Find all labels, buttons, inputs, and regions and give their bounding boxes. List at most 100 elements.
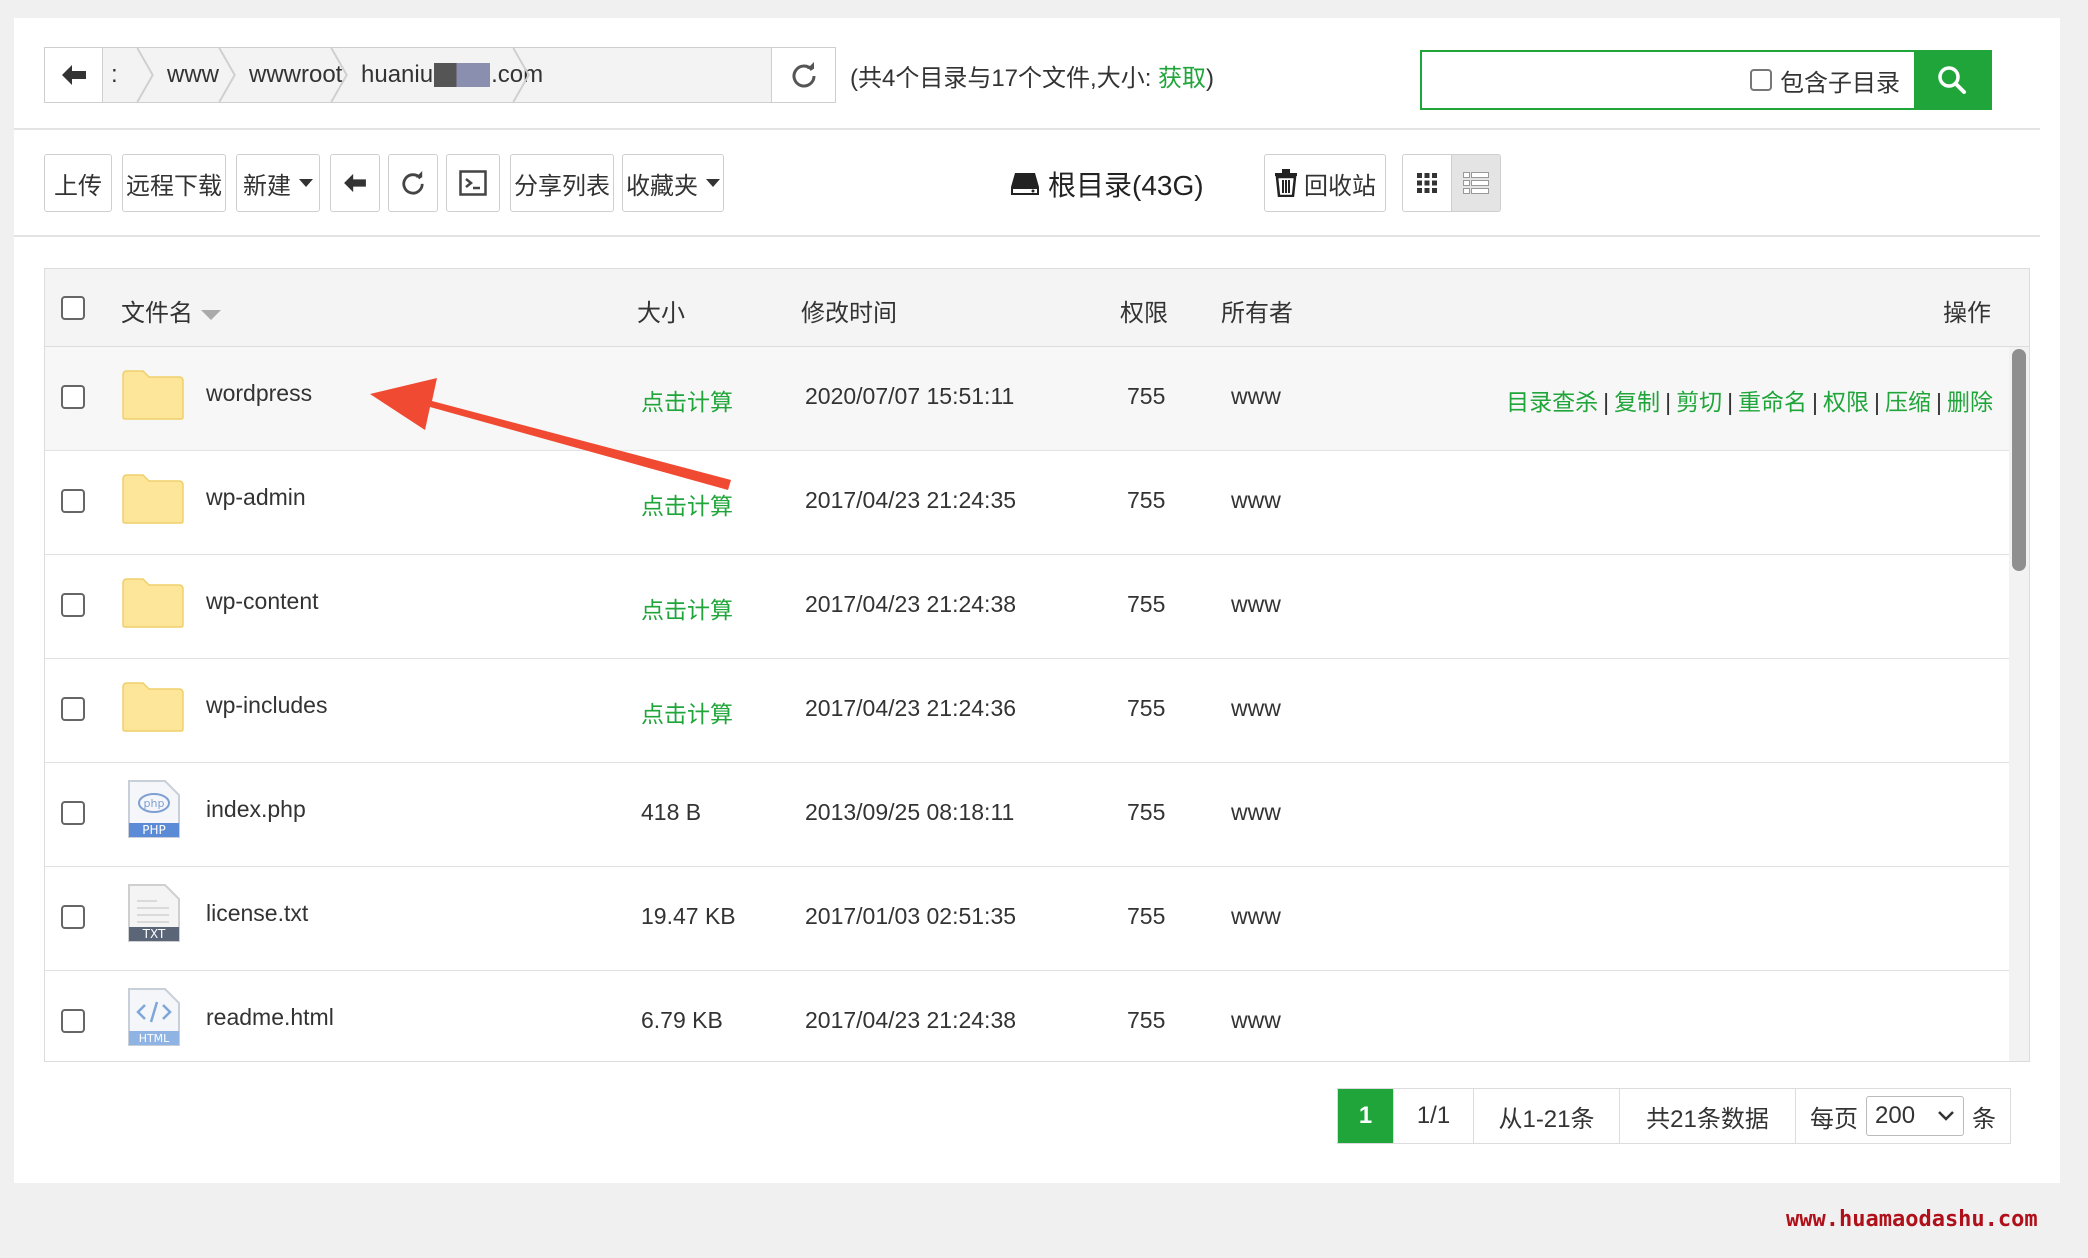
op-rename-link[interactable]: 重命名	[1738, 389, 1807, 415]
page-current[interactable]: 1	[1338, 1089, 1394, 1143]
file-size: 418 B	[641, 799, 702, 825]
upload-button[interactable]: 上传	[44, 154, 112, 212]
modified-time: 2013/09/25 08:18:11	[805, 799, 1015, 825]
row-checkbox[interactable]	[61, 1009, 85, 1033]
table-row[interactable]: wp-content 点击计算 2017/04/23 21:24:38 755 …	[45, 555, 2009, 659]
per-page-value: 200	[1875, 1102, 1916, 1129]
owner-value: www	[1231, 1007, 1281, 1033]
search-button[interactable]	[1914, 52, 1990, 108]
permission-value[interactable]: 755	[1127, 903, 1165, 930]
file-size: 6.79 KB	[641, 1007, 723, 1033]
modified-time: 2017/01/03 02:51:35	[805, 903, 1017, 929]
file-name-link[interactable]: wordpress	[206, 380, 312, 407]
table-row[interactable]: TXT license.txt 19.47 KB 2017/01/03 02:5…	[45, 867, 2009, 971]
terminal-button[interactable]	[446, 154, 500, 212]
grid-view-button[interactable]	[1402, 154, 1452, 212]
owner-value: www	[1231, 591, 1281, 617]
op-permission-link[interactable]: 权限	[1823, 389, 1869, 415]
permission-value[interactable]: 755	[1127, 591, 1165, 618]
new-dropdown-button[interactable]: 新建	[236, 154, 320, 212]
file-name-link[interactable]: index.php	[206, 796, 306, 823]
select-all-checkbox[interactable]	[61, 296, 85, 320]
owner-value: www	[1231, 799, 1281, 825]
scrollbar-thumb[interactable]	[2012, 349, 2026, 571]
recycle-bin-button[interactable]: 回收站	[1264, 154, 1386, 212]
row-checkbox[interactable]	[61, 385, 85, 409]
search-input[interactable]	[1422, 52, 1750, 108]
table-row[interactable]: HTML readme.html 6.79 KB 2017/04/23 21:2…	[45, 971, 2009, 1061]
page-range: 从1-21条	[1474, 1089, 1620, 1143]
op-copy-link[interactable]: 复制	[1614, 389, 1660, 415]
modified-time: 2017/04/23 21:24:36	[805, 695, 1017, 721]
chevron-down-icon	[1938, 1111, 1954, 1121]
sort-caret-icon	[201, 309, 221, 320]
table-row[interactable]: wp-includes 点击计算 2017/04/23 21:24:36 755…	[45, 659, 2009, 763]
txt-file-icon: TXT	[128, 884, 180, 942]
file-name-link[interactable]: wp-content	[206, 588, 319, 615]
per-page-select[interactable]: 200	[1866, 1096, 1964, 1136]
column-header-mtime[interactable]: 修改时间	[801, 293, 897, 328]
permission-value[interactable]: 755	[1127, 1007, 1165, 1034]
favorites-dropdown-button[interactable]: 收藏夹	[622, 154, 724, 212]
op-delete-link[interactable]: 删除	[1947, 389, 1993, 415]
share-list-button[interactable]: 分享列表	[510, 154, 614, 212]
modified-time: 2017/04/23 21:24:38	[805, 1007, 1017, 1033]
row-checkbox[interactable]	[61, 489, 85, 513]
op-separator: |	[1603, 389, 1610, 415]
permission-value[interactable]: 755	[1127, 487, 1165, 514]
path-back-button[interactable]	[45, 48, 103, 102]
row-checkbox[interactable]	[61, 593, 85, 617]
file-size: 19.47 KB	[641, 903, 736, 929]
file-table: 文件名 大小 修改时间 权限 所有者 操作 wordpress 点击计算 202…	[44, 268, 2030, 1062]
permission-value[interactable]: 755	[1127, 695, 1165, 722]
op-compress-link[interactable]: 压缩	[1885, 389, 1931, 415]
breadcrumb-item-root[interactable]: :	[111, 48, 118, 102]
owner-value: www	[1231, 487, 1281, 513]
file-name-link[interactable]: readme.html	[206, 1004, 334, 1031]
table-scrollbar[interactable]	[2009, 347, 2029, 1061]
include-subdir-option[interactable]: 包含子目录	[1750, 52, 1914, 108]
include-subdir-checkbox[interactable]	[1750, 69, 1772, 91]
path-refresh-button[interactable]	[771, 48, 835, 102]
calc-size-link[interactable]: 点击计算	[641, 383, 733, 417]
remote-download-button[interactable]: 远程下载	[122, 154, 226, 212]
root-directory-button[interactable]: 根目录(43G)	[1010, 164, 1204, 204]
breadcrumb-separator	[512, 48, 530, 102]
calc-size-link[interactable]: 点击计算	[641, 487, 733, 521]
list-view-button[interactable]	[1451, 154, 1501, 212]
permission-value[interactable]: 755	[1127, 799, 1165, 826]
table-row[interactable]: php PHP index.php 418 B 2013/09/25 08:18…	[45, 763, 2009, 867]
row-checkbox[interactable]	[61, 697, 85, 721]
divider	[14, 235, 2040, 237]
redacted-block	[434, 63, 491, 87]
calc-size-link[interactable]: 点击计算	[641, 695, 733, 729]
file-name-link[interactable]: wp-includes	[206, 692, 327, 719]
include-subdir-label: 包含子目录	[1780, 69, 1900, 97]
op-cut-link[interactable]: 剪切	[1676, 389, 1722, 415]
arrow-left-icon	[344, 173, 366, 193]
column-header-name[interactable]: 文件名	[121, 293, 221, 328]
owner-value: www	[1231, 383, 1281, 409]
refresh-button[interactable]	[388, 154, 438, 212]
permission-value[interactable]: 755	[1127, 383, 1165, 410]
column-header-size[interactable]: 大小	[637, 293, 685, 328]
row-checkbox[interactable]	[61, 905, 85, 929]
html-label-text: HTML	[139, 1032, 170, 1045]
row-checkbox[interactable]	[61, 801, 85, 825]
column-header-permission[interactable]: 权限	[1120, 293, 1168, 328]
op-dir-scan-link[interactable]: 目录查杀	[1506, 389, 1598, 415]
file-name-link[interactable]: license.txt	[206, 900, 308, 927]
table-row[interactable]: wp-admin 点击计算 2017/04/23 21:24:35 755 ww…	[45, 451, 2009, 555]
back-button[interactable]	[330, 154, 380, 212]
modified-time: 2020/07/07 15:51:11	[805, 383, 1015, 409]
divider	[14, 128, 2040, 130]
breadcrumb-item-www[interactable]: www	[167, 48, 219, 102]
table-row[interactable]: wordpress 点击计算 2020/07/07 15:51:11 755 w…	[45, 347, 2009, 451]
file-manager-panel: : www wwwroot huaniu .com (共4个目录与17个文件,大小…	[14, 18, 2060, 1183]
owner-value: www	[1231, 903, 1281, 929]
calc-size-link[interactable]: 点击计算	[641, 591, 733, 625]
column-header-owner[interactable]: 所有者	[1221, 293, 1293, 328]
file-name-link[interactable]: wp-admin	[206, 484, 306, 511]
fetch-size-link[interactable]: 获取	[1158, 65, 1206, 92]
breadcrumb: : www wwwroot huaniu .com	[103, 48, 771, 102]
